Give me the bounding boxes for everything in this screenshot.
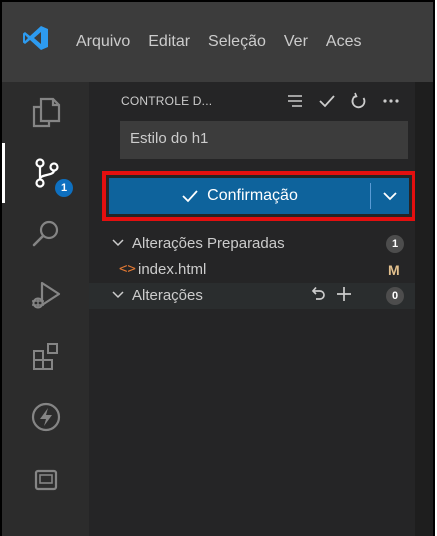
- chevron-down-icon: [112, 291, 124, 299]
- remote-button[interactable]: [2, 448, 89, 508]
- extensions-button[interactable]: [2, 326, 89, 386]
- file-status-modified: M: [388, 262, 400, 278]
- more-actions-button[interactable]: [380, 89, 402, 113]
- commit-button-label: Confirmação: [207, 187, 298, 204]
- file-name: index.html: [138, 261, 207, 278]
- search-icon: [32, 220, 58, 247]
- source-control-panel: CONTROLE D... Estilo do h1 Confirmação A…: [89, 82, 416, 536]
- changes-section[interactable]: Alterações 0: [89, 283, 415, 309]
- ellipsis-icon: [383, 99, 399, 103]
- commit-dropdown-button[interactable]: [371, 191, 409, 201]
- view-as-list-button[interactable]: [284, 89, 306, 113]
- panel-title: CONTROLE D...: [121, 94, 213, 108]
- menu-item-ver[interactable]: Ver: [275, 33, 317, 51]
- menu-item-acessar[interactable]: Aces: [317, 33, 371, 51]
- staged-count-badge: 1: [386, 235, 404, 253]
- menu-item-arquivo[interactable]: Arquivo: [67, 33, 139, 51]
- thunder-button[interactable]: [2, 387, 89, 447]
- menu-bar: Arquivo Editar Seleção Ver Aces: [67, 2, 370, 82]
- stage-all-button[interactable]: [335, 285, 353, 307]
- commit-button-highlight: Confirmação: [102, 171, 416, 221]
- scm-badge: 1: [55, 179, 73, 197]
- check-icon: [319, 95, 335, 108]
- discard-icon: [311, 286, 325, 300]
- source-control-button[interactable]: 1: [2, 143, 89, 203]
- check-icon: [182, 190, 198, 203]
- extensions-icon: [32, 343, 58, 370]
- commit-button-group: Confirmação: [109, 178, 409, 214]
- refresh-icon: [351, 92, 366, 109]
- staged-changes-section[interactable]: Alterações Preparadas 1: [89, 231, 415, 257]
- staged-file-row[interactable]: <> index.html M: [89, 257, 415, 283]
- commit-check-button[interactable]: [316, 89, 338, 113]
- staged-changes-label: Alterações Preparadas: [132, 235, 285, 252]
- editor-area: [415, 82, 433, 536]
- search-button[interactable]: [2, 204, 89, 264]
- panel-header: CONTROLE D...: [89, 82, 415, 122]
- run-debug-icon: [31, 281, 60, 309]
- window: Arquivo Editar Seleção Ver Aces 1 CONTRO…: [0, 0, 435, 536]
- remote-explorer-icon: [34, 469, 57, 491]
- menu-item-editar[interactable]: Editar: [139, 33, 199, 51]
- title-bar: Arquivo Editar Seleção Ver Aces: [2, 2, 433, 82]
- menu-item-selecao[interactable]: Seleção: [199, 33, 275, 51]
- panel-actions: [284, 89, 402, 113]
- chevron-down-icon: [112, 239, 124, 247]
- refresh-button[interactable]: [348, 89, 370, 113]
- files-icon: [32, 97, 60, 128]
- explorer-button[interactable]: [2, 82, 89, 142]
- list-icon: [288, 95, 302, 107]
- activity-bar: 1: [2, 82, 89, 536]
- commit-button[interactable]: Confirmação: [109, 187, 370, 205]
- plus-icon: [337, 287, 351, 301]
- discard-all-button[interactable]: [309, 285, 327, 307]
- run-debug-button[interactable]: [2, 265, 89, 325]
- changes-actions: [309, 285, 353, 307]
- chevron-down-icon: [383, 192, 397, 201]
- vscode-logo-icon: [22, 24, 50, 52]
- lightning-icon: [31, 402, 60, 432]
- html-file-icon: <>: [119, 261, 136, 277]
- changes-count-badge: 0: [386, 287, 404, 305]
- commit-message-input[interactable]: Estilo do h1: [120, 121, 408, 159]
- changes-label: Alterações: [132, 287, 203, 304]
